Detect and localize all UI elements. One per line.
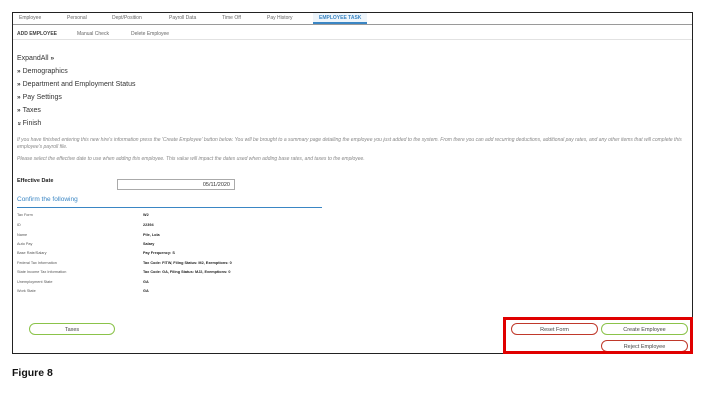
section-label: Taxes [22, 107, 41, 114]
section-pay-settings[interactable]: » Pay Settings [17, 94, 62, 101]
subtab-manual-check[interactable]: Manual Check [77, 31, 109, 37]
section-label: Finish [22, 120, 42, 127]
summary-row: State Income Tax Information Tax Code: G… [17, 269, 417, 276]
section-label: Department and Employment Status [22, 81, 136, 88]
summary-key: Base Rate/Salary [17, 251, 47, 255]
double-chevron-right-icon: » [50, 55, 55, 62]
expand-all-toggle[interactable]: ExpandAll » [17, 55, 56, 62]
effective-date-instructions: Please select the effective date to use … [17, 156, 365, 162]
reject-employee-button[interactable]: Reject Employee [601, 340, 688, 352]
figure-caption: Figure 8 [12, 367, 53, 379]
create-employee-button[interactable]: Create Employee [601, 323, 688, 335]
tab-pay-history[interactable]: Pay History [267, 15, 293, 21]
section-label: Demographics [22, 68, 68, 75]
summary-row: Auto Pay Salary [17, 241, 417, 248]
expand-all-label: ExpandAll [17, 55, 49, 62]
confirm-divider [17, 207, 322, 208]
subtab-delete-employee[interactable]: Delete Employee [131, 31, 169, 37]
effective-date-field[interactable] [117, 179, 235, 190]
double-chevron-right-icon: » [17, 94, 21, 101]
summary-key: Work State [17, 289, 36, 293]
taxes-button[interactable]: Taxes [29, 323, 115, 335]
summary-key: State Income Tax Information [17, 270, 67, 274]
double-chevron-right-icon: » [17, 81, 21, 88]
reset-form-button[interactable]: Reset Form [511, 323, 598, 335]
summary-row: Unemployment State GA [17, 279, 417, 286]
summary-value: GA [143, 280, 149, 284]
tab-employee[interactable]: Employee [19, 15, 41, 21]
app-window: Employee Personal Dept/Position Payroll … [12, 12, 693, 354]
section-finish[interactable]: » Finish [15, 120, 42, 127]
double-chevron-right-icon: » [17, 68, 21, 75]
summary-key: ID [17, 223, 21, 227]
double-chevron-down-icon: » [15, 121, 23, 126]
subtab-bar: ADD EMPLOYEE Manual Check Delete Employe… [13, 25, 692, 40]
summary-row: Name Pile, Lola [17, 232, 417, 239]
effective-date-label: Effective Date [17, 178, 54, 184]
summary-key: Unemployment State [17, 280, 53, 284]
summary-value: Pile, Lola [143, 233, 160, 237]
summary-key: Federal Tax Information [17, 261, 57, 265]
summary-value: Pay Frequency: S [143, 251, 175, 255]
summary-key: Tax Form [17, 213, 33, 217]
tab-payroll-data[interactable]: Payroll Data [169, 15, 196, 21]
tab-employee-task[interactable]: EMPLOYEE TASK [313, 13, 368, 24]
summary-row: Work State GA [17, 288, 417, 295]
double-chevron-right-icon: » [17, 107, 21, 114]
summary-value: GA [143, 289, 149, 293]
summary-key: Auto Pay [17, 242, 33, 246]
tab-bar: Employee Personal Dept/Position Payroll … [13, 13, 692, 25]
finish-instructions: If you have finished entering this new h… [17, 137, 682, 150]
tab-time-off[interactable]: Time Off [222, 15, 241, 21]
section-taxes[interactable]: » Taxes [17, 107, 41, 114]
section-label: Pay Settings [22, 94, 62, 101]
summary-value: W2 [143, 213, 149, 217]
section-department-status[interactable]: » Department and Employment Status [17, 81, 135, 88]
summary-value: Tax Code: FITW, Filing Status: M2, Exemp… [143, 261, 232, 265]
summary-key: Name [17, 233, 28, 237]
summary-row: Federal Tax Information Tax Code: FITW, … [17, 260, 417, 267]
summary-value: Tax Code: GA, Filing Status: MJ2, Exempt… [143, 270, 231, 274]
summary-row: ID 22394 [17, 222, 417, 229]
summary-value: Salary [143, 242, 155, 246]
subtab-add-employee[interactable]: ADD EMPLOYEE [17, 31, 57, 37]
tab-personal[interactable]: Personal [67, 15, 87, 21]
summary-value: 22394 [143, 223, 154, 227]
summary-row: Tax Form W2 [17, 212, 417, 219]
summary-row: Base Rate/Salary Pay Frequency: S [17, 250, 417, 257]
section-demographics[interactable]: » Demographics [17, 68, 68, 75]
tab-dept-position[interactable]: Dept/Position [112, 15, 142, 21]
confirm-heading: Confirm the following [17, 196, 78, 203]
